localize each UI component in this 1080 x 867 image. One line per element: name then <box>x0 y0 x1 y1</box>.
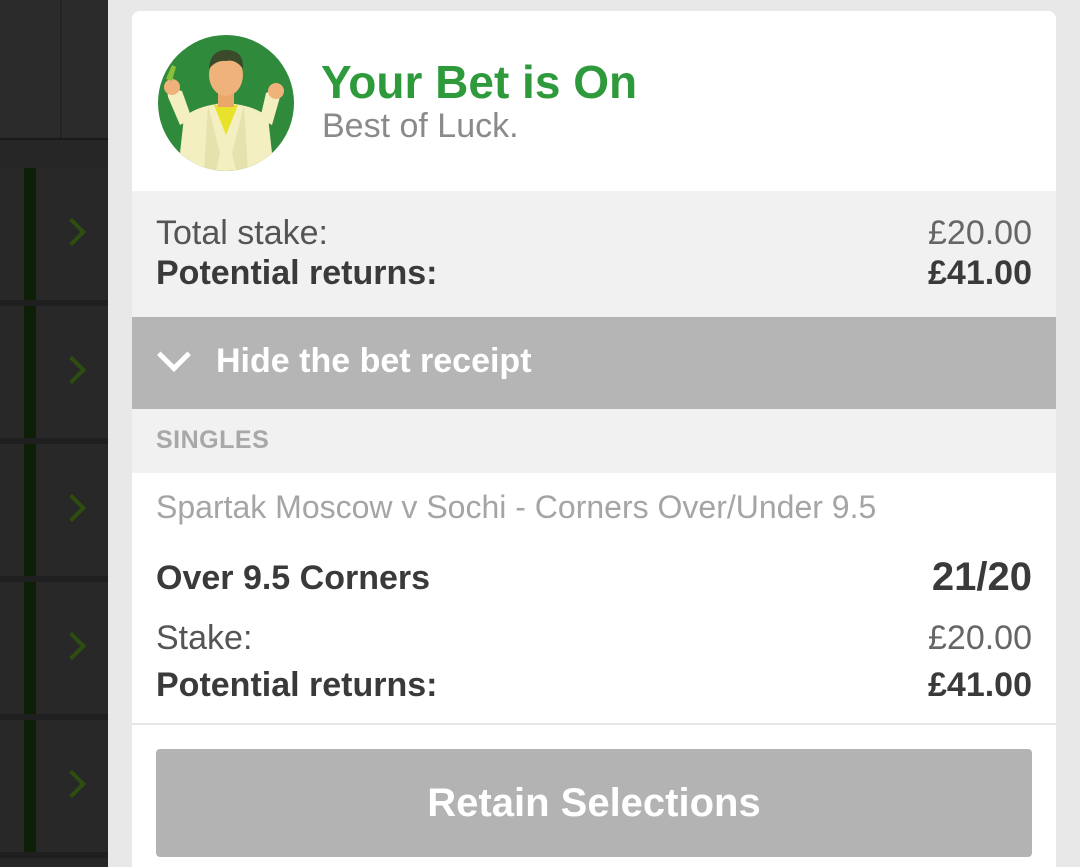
chevron-down-icon <box>157 338 191 372</box>
bet-returns-label: Potential returns: <box>156 666 438 704</box>
totals-summary: Total stake: £20.00 Potential returns: £… <box>132 191 1056 317</box>
total-returns-label: Potential returns: <box>156 254 438 292</box>
retain-selections-button[interactable]: Retain Selections <box>156 749 1032 857</box>
bet-returns-value: £41.00 <box>928 666 1032 704</box>
row-accent <box>24 582 36 714</box>
chevron-right-icon <box>57 631 87 661</box>
singles-section-header: SINGLES <box>132 409 1056 473</box>
bet-stake-label: Stake: <box>156 619 253 657</box>
list-item[interactable] <box>0 444 108 582</box>
hide-receipt-toggle[interactable]: Hide the bet receipt <box>132 317 1056 409</box>
bet-receipt-card: Your Bet is On Best of Luck. Total stake… <box>132 11 1056 867</box>
row-accent <box>24 720 36 852</box>
bet-odds: 21/20 <box>931 555 1032 599</box>
row-accent <box>24 306 36 438</box>
receipt-header: Your Bet is On Best of Luck. <box>132 11 1056 191</box>
page-subtitle: Best of Luck. <box>322 107 519 145</box>
background-header <box>0 0 108 140</box>
background-list-panel <box>0 0 108 867</box>
list-item[interactable] <box>0 582 108 720</box>
header-divider <box>60 0 62 138</box>
list-item[interactable] <box>0 306 108 444</box>
list-item[interactable] <box>0 720 108 858</box>
chevron-right-icon <box>57 493 87 523</box>
bet-selection: Over 9.5 Corners <box>156 559 431 597</box>
chevron-right-icon <box>57 217 87 247</box>
bet-event-name: Spartak Moscow v Sochi - Corners Over/Un… <box>156 489 877 525</box>
total-stake-value: £20.00 <box>928 214 1032 252</box>
bet-item: Spartak Moscow v Sochi - Corners Over/Un… <box>132 473 1056 725</box>
total-returns-value: £41.00 <box>928 254 1032 292</box>
row-accent <box>24 444 36 576</box>
page-title: Your Bet is On <box>321 56 638 108</box>
section-label: SINGLES <box>156 426 270 454</box>
chevron-right-icon <box>57 355 87 385</box>
chevron-right-icon <box>57 769 87 799</box>
row-accent <box>24 168 36 300</box>
total-stake-label: Total stake: <box>156 214 328 252</box>
celebrating-man-avatar-icon <box>158 35 294 171</box>
bet-stake-value: £20.00 <box>928 619 1032 657</box>
hide-receipt-label: Hide the bet receipt <box>216 342 532 380</box>
list-item[interactable] <box>0 168 108 306</box>
